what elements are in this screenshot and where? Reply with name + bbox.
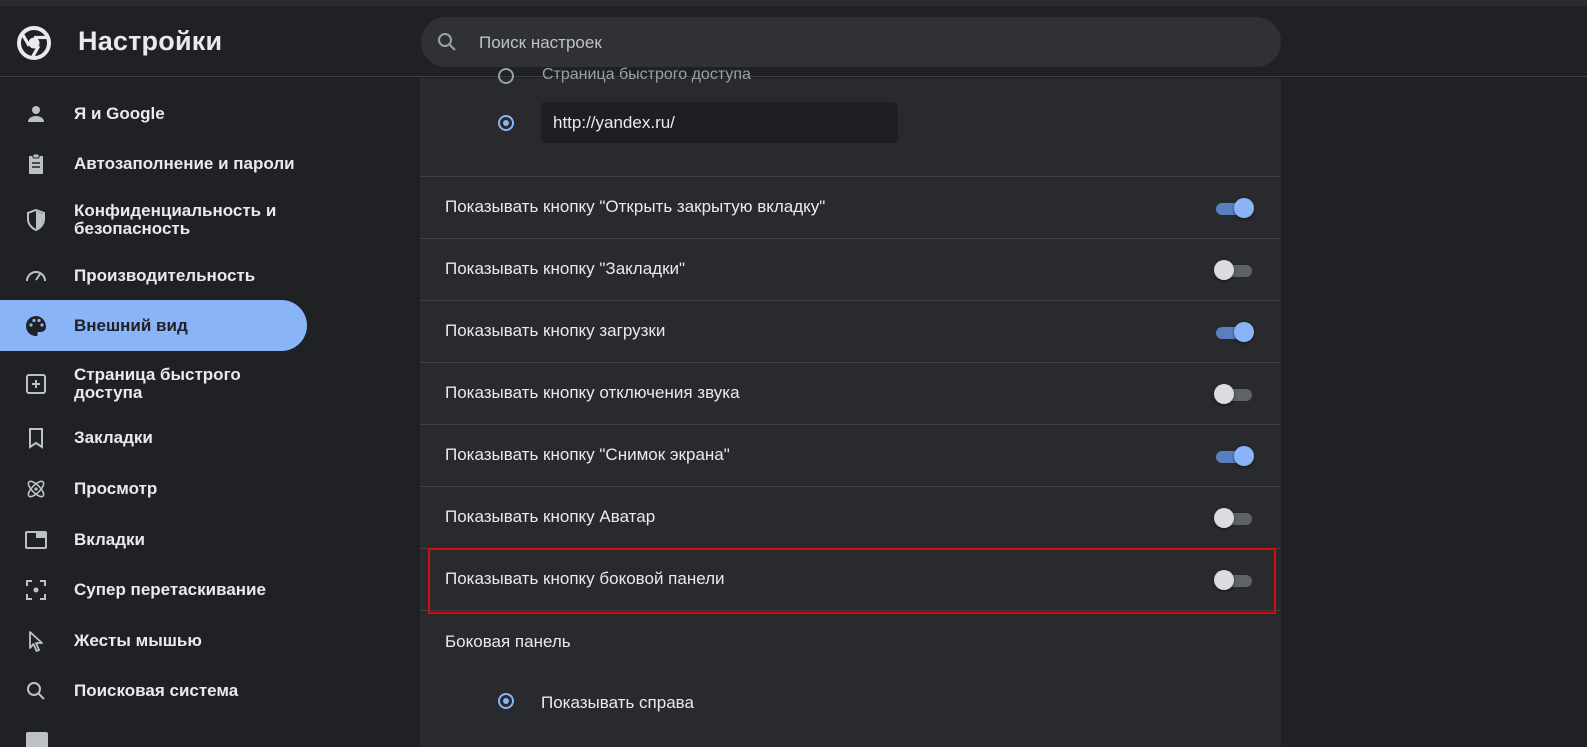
toggle-label: Показывать кнопку отключения звука bbox=[445, 383, 740, 402]
sidebar-item-performance[interactable]: Производительность bbox=[0, 250, 307, 301]
sidebar-item-bookmarks[interactable]: Закладки bbox=[0, 412, 307, 463]
bookmarks-button-toggle[interactable] bbox=[1214, 260, 1252, 280]
toggle-row-bookmarks-button: Показывать кнопку "Закладки" bbox=[420, 238, 1281, 300]
tab-icon bbox=[25, 530, 47, 549]
toggle-row-reopen-tab: Показывать кнопку "Открыть закрытую вкла… bbox=[420, 176, 1281, 238]
avatar-button-toggle[interactable] bbox=[1214, 508, 1252, 528]
toggle-label: Показывать кнопку боковой панели bbox=[445, 569, 725, 588]
sidebar-item-label: Поисковая система bbox=[74, 680, 239, 700]
sidebar-item-label: Производительность bbox=[74, 265, 256, 285]
sidebar-item-label: Конфиденциальность и безопасность bbox=[74, 200, 277, 238]
radio-label-quick-access-page: Страница быстрого доступа bbox=[542, 66, 751, 83]
toggle-label: Показывать кнопку "Снимок экрана" bbox=[445, 445, 730, 464]
downloads-button-toggle[interactable] bbox=[1216, 322, 1254, 342]
chrome-logo-icon bbox=[17, 26, 51, 60]
palette-icon bbox=[26, 315, 46, 336]
clipboard-icon bbox=[29, 153, 43, 174]
divider bbox=[420, 610, 1281, 611]
toggle-row-avatar-button: Показывать кнопку Аватар bbox=[420, 486, 1281, 548]
toggle-label: Показывать кнопку "Открыть закрытую вкла… bbox=[445, 197, 826, 216]
toggle-label: Показывать кнопку загрузки bbox=[445, 321, 666, 340]
speedometer-icon bbox=[26, 270, 46, 281]
add-box-icon bbox=[26, 373, 46, 394]
settings-panel: Страница быстрого доступа Показывать кно… bbox=[420, 66, 1281, 747]
sidebar-item-super-drag[interactable]: Супер перетаскивание bbox=[0, 564, 307, 615]
sidebar-item-appearance[interactable]: Внешний вид bbox=[0, 300, 307, 351]
atom-icon bbox=[27, 480, 45, 497]
radio-custom-url[interactable] bbox=[498, 115, 514, 131]
radio-show-right[interactable] bbox=[498, 693, 514, 709]
person-icon bbox=[28, 105, 44, 122]
toggle-label: Показывать кнопку "Закладки" bbox=[445, 259, 686, 278]
radio-label-show-right: Показывать справа bbox=[541, 693, 694, 712]
sidebar-item-privacy[interactable]: Конфиденциальность и безопасность bbox=[0, 194, 307, 245]
reopen-tab-toggle[interactable] bbox=[1216, 198, 1254, 218]
sidebar-item-label: Закладки bbox=[74, 427, 153, 447]
custom-url-input[interactable] bbox=[541, 102, 898, 143]
sidebar-item-label: Внешний вид bbox=[74, 315, 188, 335]
screenshot-button-toggle[interactable] bbox=[1216, 446, 1254, 466]
shield-icon bbox=[27, 208, 45, 231]
bookmark-icon bbox=[29, 427, 43, 449]
side-panel-button-toggle[interactable] bbox=[1214, 570, 1252, 590]
toggle-row-downloads-button: Показывать кнопку загрузки bbox=[420, 300, 1281, 362]
sidebar-item-label: Страница быстрого доступа bbox=[74, 364, 241, 402]
sidebar-item-cut-off bbox=[26, 732, 48, 747]
sidebar-item-quick-access[interactable]: Страница быстрого доступа bbox=[0, 358, 307, 409]
search-box[interactable] bbox=[421, 17, 1281, 67]
search-icon bbox=[27, 681, 45, 700]
sidebar-item-browsing[interactable]: Просмотр bbox=[0, 463, 307, 514]
sidebar-item-label: Автозаполнение и пароли bbox=[74, 153, 295, 173]
toggle-row-side-panel-button: Показывать кнопку боковой панели bbox=[420, 548, 1281, 610]
toggle-label: Показывать кнопку Аватар bbox=[445, 507, 656, 526]
search-input[interactable] bbox=[477, 27, 1241, 59]
sidebar-item-label: Просмотр bbox=[74, 478, 158, 498]
sidebar-item-label: Я и Google bbox=[74, 103, 165, 123]
sidebar-item-label: Жесты мышью bbox=[74, 630, 202, 650]
sidebar-item-label: Вкладки bbox=[74, 529, 145, 549]
sidebar-item-tabs[interactable]: Вкладки bbox=[0, 514, 307, 565]
side-panel-section-title: Боковая панель bbox=[445, 632, 571, 651]
toggle-row-screenshot-button: Показывать кнопку "Снимок экрана" bbox=[420, 424, 1281, 486]
sidebar-item-label: Супер перетаскивание bbox=[74, 579, 266, 599]
toggle-row-mute-button: Показывать кнопку отключения звука bbox=[420, 362, 1281, 424]
page-title: Настройки bbox=[78, 26, 223, 56]
drag-select-icon bbox=[26, 579, 46, 600]
sidebar-item-mouse-gestures[interactable]: Жесты мышью bbox=[0, 615, 307, 666]
header: Настройки bbox=[0, 6, 1587, 77]
sidebar-item-you-and-google[interactable]: Я и Google bbox=[0, 88, 307, 139]
sidebar-item-autofill[interactable]: Автозаполнение и пароли bbox=[0, 138, 307, 189]
radio-quick-access-page[interactable] bbox=[498, 68, 514, 84]
sidebar-item-search-engine[interactable]: Поисковая система bbox=[0, 665, 307, 716]
mute-button-toggle[interactable] bbox=[1214, 384, 1252, 404]
cursor-icon bbox=[29, 630, 43, 652]
sidebar: Я и Google Автозаполнение и пароли Конфи… bbox=[0, 78, 320, 747]
search-icon bbox=[438, 33, 456, 51]
